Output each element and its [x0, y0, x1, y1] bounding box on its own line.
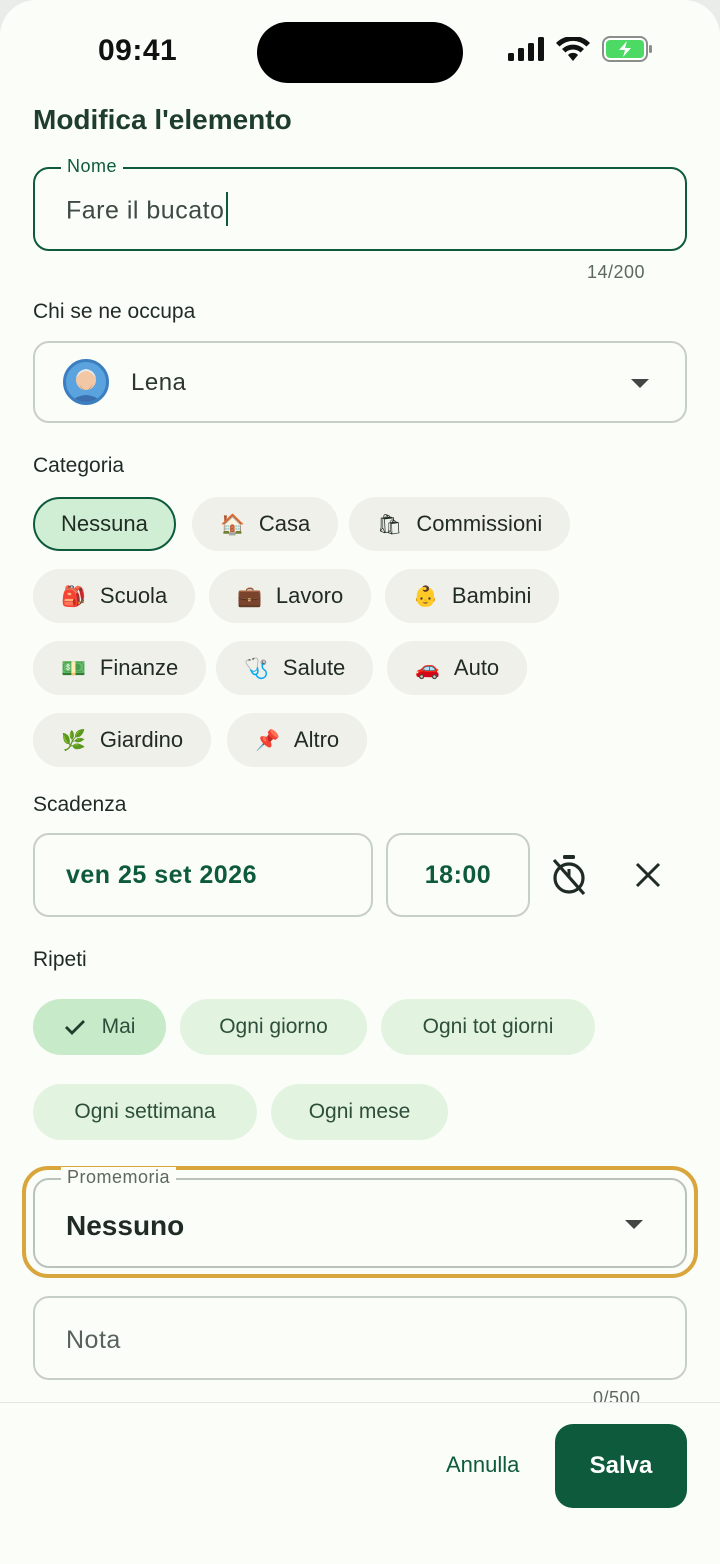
repeat-option-label: Mai — [101, 1015, 136, 1038]
repeat-option-ogni-tot-giorni[interactable]: Ogni tot giorni — [381, 999, 595, 1055]
category-chip-nessuna[interactable]: Nessuna — [33, 497, 176, 551]
name-field-label: Nome — [61, 156, 124, 177]
repeat-option-ogni-mese[interactable]: Ogni mese — [271, 1084, 448, 1140]
status-time: 09:41 — [98, 34, 178, 67]
repeat-label: Ripeti — [33, 948, 87, 971]
deadline-date-button[interactable]: ven 25 set 2026 — [33, 833, 373, 917]
assignee-label: Chi se ne occupa — [33, 300, 196, 323]
name-field[interactable]: Nome Fare il bucato — [33, 156, 687, 251]
repeat-option-label: Ogni tot giorni — [422, 1015, 554, 1038]
assignee-value: Lena — [131, 369, 187, 396]
category-chip-label: Bambini — [451, 583, 532, 608]
category-chip-lavoro[interactable]: 💼 Lavoro — [209, 569, 372, 623]
category-chip-finanze[interactable]: 💵 Finanze — [33, 641, 207, 695]
reminder-label: Promemoria — [61, 1167, 177, 1188]
category-chip-label: Lavoro — [275, 583, 344, 608]
cellular-signal-icon — [508, 37, 544, 61]
chevron-down-icon — [625, 1220, 643, 1229]
category-chip-label: Nessuna — [61, 511, 148, 536]
repeat-option-ogni-giorno[interactable]: Ogni giorno — [180, 999, 367, 1055]
note-placeholder: Nota — [66, 1326, 121, 1354]
backpack-icon: 🎒 — [61, 584, 86, 608]
category-chip-bambini[interactable]: 👶 Bambini — [385, 569, 560, 623]
assignee-select[interactable]: Lena — [33, 341, 687, 423]
timer-off-icon[interactable] — [549, 854, 589, 896]
car-icon: 🚗 — [415, 656, 440, 680]
category-chip-label: Giardino — [99, 727, 184, 752]
briefcase-icon: 💼 — [237, 584, 262, 608]
category-chip-giardino[interactable]: 🌿 Giardino — [33, 713, 212, 767]
category-chip-altro[interactable]: 📌 Altro — [227, 713, 368, 767]
deadline-time-button[interactable]: 18:00 — [386, 833, 530, 917]
close-icon[interactable] — [635, 862, 661, 888]
category-chip-label: Salute — [282, 655, 346, 680]
chevron-down-icon — [631, 379, 649, 388]
save-button[interactable]: Salva — [555, 1424, 687, 1508]
category-chip-commissioni[interactable]: 🛍 Commissioni — [349, 497, 571, 551]
money-icon: 💵 — [61, 656, 86, 680]
avatar — [63, 359, 109, 405]
category-chip-scuola[interactable]: 🎒 Scuola — [33, 569, 196, 623]
repeat-option-ogni-settimana[interactable]: Ogni settimana — [33, 1084, 257, 1140]
reminder-select[interactable]: Promemoria Nessuno — [33, 1167, 687, 1268]
baby-icon: 👶 — [413, 584, 438, 608]
herb-icon: 🌿 — [61, 728, 86, 752]
status-icons — [508, 36, 654, 62]
category-chip-label: Finanze — [99, 655, 179, 680]
text-caret — [226, 192, 229, 226]
repeat-option-label: Ogni mese — [308, 1100, 411, 1123]
house-icon: 🏠 — [220, 512, 245, 536]
repeat-option-label: Ogni settimana — [74, 1100, 216, 1123]
avatar-face-icon — [70, 369, 102, 402]
shopping-bags-icon: 🛍 — [377, 512, 403, 536]
category-chip-salute[interactable]: 🩺 Salute — [216, 641, 374, 695]
cancel-button[interactable]: Annulla — [446, 1452, 519, 1478]
name-field-value: Fare il bucato — [66, 196, 225, 225]
reminder-value: Nessuno — [66, 1210, 185, 1241]
pushpin-icon: 📌 — [255, 728, 280, 752]
edit-item-sheet: 09:41 Modifica l'elemento Nome Fare il b… — [0, 0, 720, 1564]
repeat-option-mai[interactable]: Mai — [33, 999, 166, 1055]
battery-charging-icon — [602, 36, 652, 62]
category-chip-casa[interactable]: 🏠 Casa — [192, 497, 339, 551]
dynamic-island — [257, 22, 463, 83]
note-field[interactable]: Nota — [33, 1296, 687, 1380]
name-field-value-wrap: Fare il bucato — [66, 192, 229, 229]
category-chip-label: Scuola — [99, 583, 168, 608]
repeat-option-label: Ogni giorno — [219, 1015, 328, 1038]
category-chip-label: Altro — [293, 727, 340, 752]
category-chip-label: Casa — [258, 511, 311, 536]
name-char-counter: 14/200 — [587, 262, 646, 282]
category-chip-label: Commissioni — [416, 511, 543, 536]
stethoscope-icon: 🩺 — [244, 656, 269, 680]
check-icon — [64, 1020, 85, 1035]
category-chip-label: Auto — [453, 655, 500, 680]
category-chip-auto[interactable]: 🚗 Auto — [387, 641, 528, 695]
wifi-icon — [556, 37, 590, 61]
page-title: Modifica l'elemento — [33, 104, 292, 135]
category-label: Categoria — [33, 454, 125, 477]
deadline-label: Scadenza — [33, 793, 127, 816]
